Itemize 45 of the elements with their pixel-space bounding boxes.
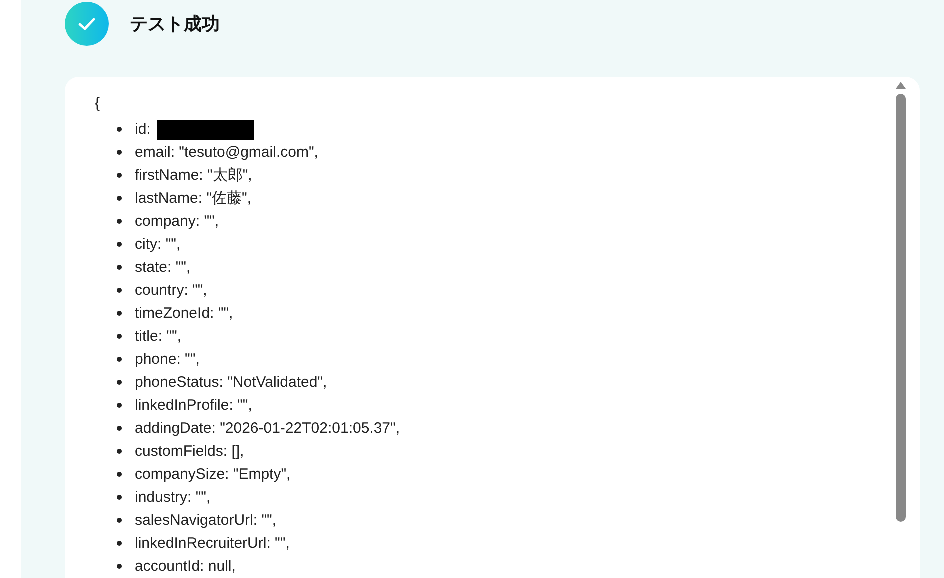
field-line: accountId: null, — [135, 558, 236, 575]
bullet-icon — [117, 334, 122, 339]
bullet-icon — [117, 196, 122, 201]
field-line: firstName: "太郎", — [135, 166, 252, 185]
bullet-icon — [117, 380, 122, 385]
bullet-icon — [117, 127, 122, 132]
field-line: addingDate: "2026-01-22T02:01:05.37", — [135, 420, 400, 437]
bullet-icon — [117, 150, 122, 155]
field-line: customFields: [], — [135, 443, 244, 460]
field-line: title: "", — [135, 328, 182, 345]
field-line: phone: "", — [135, 351, 200, 368]
open-brace: { — [95, 95, 102, 114]
bullet-icon — [117, 403, 122, 408]
bullet-icon — [117, 564, 122, 569]
field-line: linkedInProfile: "", — [135, 397, 252, 414]
field-line: company: "", — [135, 213, 220, 230]
field-line: companySize: "Empty", — [135, 466, 291, 483]
bullet-icon — [117, 173, 122, 178]
status-title: テスト成功 — [130, 13, 220, 36]
bullet-icon — [117, 265, 122, 270]
bullet-icon — [117, 449, 122, 454]
field-line: linkedInRecruiterUrl: "", — [135, 535, 290, 552]
check-icon — [65, 2, 109, 46]
field-line: email: "tesuto@gmail.com", — [135, 144, 318, 161]
field-line: timeZoneId: "", — [135, 305, 234, 322]
scroll-thumb[interactable] — [896, 94, 906, 522]
bullet-icon — [117, 242, 122, 247]
bullet-icon — [117, 288, 122, 293]
bullet-icon — [117, 219, 122, 224]
bullet-icon — [117, 311, 122, 316]
bullet-icon — [117, 518, 122, 523]
field-line: lastName: "佐藤", — [135, 189, 252, 208]
field-line: state: "", — [135, 259, 191, 276]
bullet-icon — [117, 541, 122, 546]
field-line: phoneStatus: "NotValidated", — [135, 374, 328, 391]
scroll-up-icon[interactable] — [896, 82, 906, 89]
field-line: id: — [135, 121, 151, 138]
bullet-icon — [117, 426, 122, 431]
field-line: country: "", — [135, 282, 208, 299]
field-line: salesNavigatorUrl: "", — [135, 512, 277, 529]
field-line: industry: "", — [135, 489, 211, 506]
bullet-icon — [117, 472, 122, 477]
bullet-icon — [117, 357, 122, 362]
bullet-icon — [117, 495, 122, 500]
field-line: city: "", — [135, 236, 181, 253]
